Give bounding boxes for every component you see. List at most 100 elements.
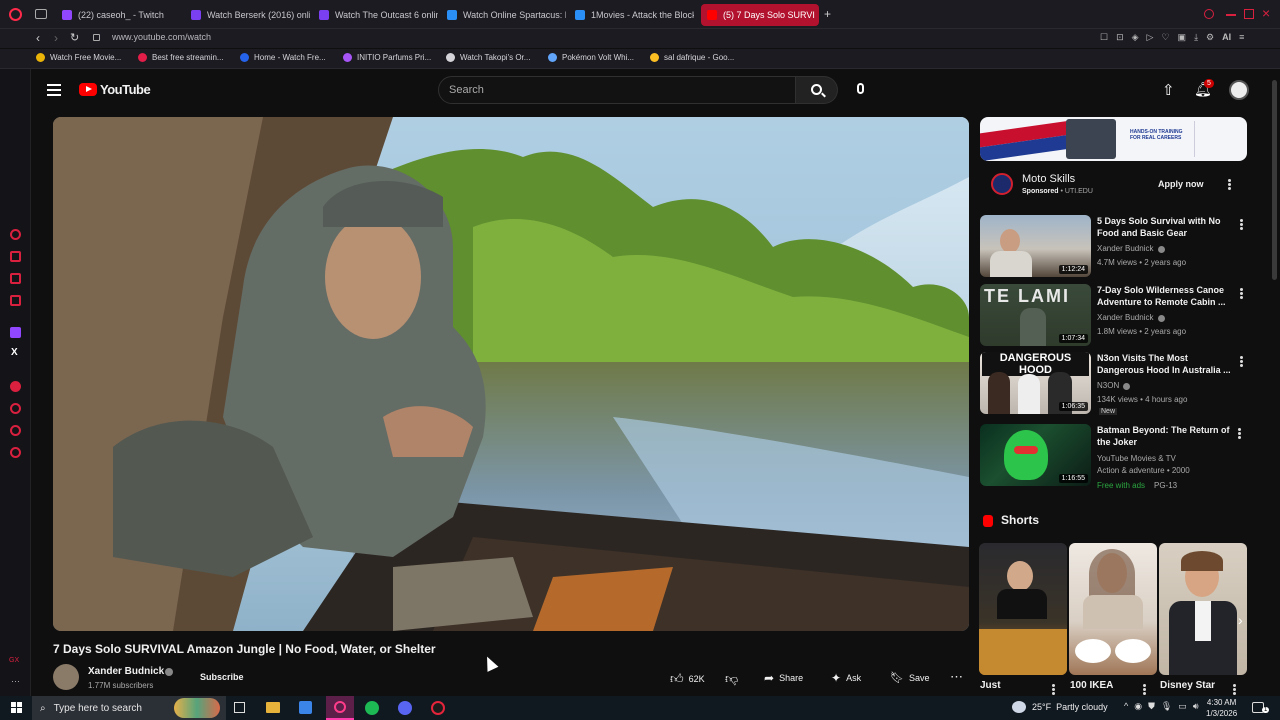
sidebar-clock-icon[interactable] [10, 403, 21, 414]
browser-tab[interactable]: Watch Online Spartacus: H [441, 4, 566, 26]
bookmark-item[interactable]: sal dafrique - Goo... [650, 53, 734, 62]
task-view-icon[interactable] [234, 702, 245, 713]
hamburger-menu-icon[interactable] [47, 84, 61, 96]
ai-button[interactable]: AI [1222, 32, 1231, 43]
short-thumbnail[interactable] [1159, 543, 1247, 675]
browser-tab[interactable]: Watch The Outcast 6 onlin [313, 4, 438, 26]
more-actions-icon[interactable]: ⋯ [950, 669, 963, 685]
list-item[interactable]: 1:16:55 Batman Beyond: The Return of the… [980, 424, 1250, 494]
download-icon[interactable]: ⤓ [1194, 32, 1198, 43]
ad-more-icon[interactable] [1228, 179, 1231, 190]
video-title[interactable]: N3on Visits The Most Dangerous Hood In A… [1097, 352, 1237, 376]
sidebar-x-icon[interactable]: X [11, 347, 18, 358]
sidebar-puzzle-icon[interactable] [10, 425, 21, 436]
short-title[interactable]: Just [980, 680, 1001, 691]
clock[interactable]: 4:30 AM 1/3/2026 [1206, 697, 1237, 719]
avatar[interactable] [1229, 80, 1249, 100]
bookmark-item[interactable]: Home - Watch Fre... [240, 53, 326, 62]
ad-banner[interactable]: HANDS-ON TRAINING FOR REAL CAREERS [980, 117, 1247, 161]
video-title[interactable]: 5 Days Solo Survival with No Food and Ba… [1097, 215, 1237, 239]
spotify-icon[interactable] [365, 701, 379, 715]
bookmark-icon[interactable]: ☐ [1100, 32, 1108, 43]
browser-logo-icon[interactable] [9, 8, 22, 21]
channel-name[interactable]: YouTube Movies & TV [1097, 454, 1176, 463]
sidebar-history-icon[interactable] [10, 229, 21, 240]
thumbnail-image[interactable]: 1:16:55 [980, 424, 1091, 486]
dislike-button[interactable]: 👎︎ [725, 671, 738, 687]
short-more-icon[interactable] [1233, 684, 1236, 695]
sidebar-media-icon[interactable] [10, 295, 21, 306]
browser-tab[interactable]: (5) 7 Days Solo SURVI [701, 4, 819, 26]
short-title[interactable]: 100 IKEA [1070, 680, 1113, 691]
video-title[interactable]: 7-Day Solo Wilderness Canoe Adventure to… [1097, 284, 1237, 308]
browser-tab[interactable]: (22) caseoh_ - Twitch [56, 4, 181, 26]
microsoft-store-icon[interactable] [299, 701, 312, 714]
short-title[interactable]: Disney Star [1160, 680, 1215, 691]
search-input[interactable]: Search [438, 76, 796, 104]
more-icon[interactable] [1240, 288, 1243, 299]
save-button[interactable]: 🔖︎ Save [890, 671, 929, 684]
search-tabs-icon[interactable] [1204, 9, 1214, 19]
channel-name[interactable]: Xander Budnick [1097, 313, 1153, 322]
video-title[interactable]: Batman Beyond: The Return of the Joker [1097, 424, 1237, 448]
ad-title[interactable]: Moto Skills [1022, 173, 1075, 185]
heart-icon[interactable]: ♡ [1161, 32, 1169, 43]
list-item[interactable]: 1:12:24 5 Days Solo Survival with No Foo… [980, 215, 1250, 279]
player-icon[interactable]: ▣ [1178, 32, 1187, 43]
subscribe-button[interactable]: Subscribe [200, 672, 244, 682]
tray-shield-icon[interactable]: ⛊ [1148, 701, 1155, 712]
sidebar-more-icon[interactable]: ⋯ [11, 676, 20, 687]
short-more-icon[interactable] [1052, 684, 1055, 695]
weather-icon[interactable] [1012, 701, 1026, 713]
thumbnail-image[interactable]: TE LAMI 1:07:34 [980, 284, 1091, 346]
sidebar-gx-icon[interactable]: GX [9, 657, 19, 664]
tray-icons[interactable]: ^ ◉ ⛊ 🎙︎ ▭ 🔊︎ [1124, 701, 1198, 712]
taskbar-widget-icon[interactable] [174, 698, 220, 718]
file-explorer-icon[interactable] [266, 702, 280, 713]
settings-icon[interactable]: ⚙ [1206, 32, 1214, 43]
show-hidden-icons-icon[interactable]: ^ [1124, 701, 1128, 712]
tray-app-icon[interactable]: ◉ [1134, 701, 1142, 712]
bookmark-item[interactable]: Best free streamin... [138, 53, 224, 62]
list-item[interactable]: DANGEROUS HOOD 1:06:35 N3on Visits The M… [980, 352, 1250, 422]
reload-icon[interactable]: ↻ [70, 31, 79, 44]
share-button[interactable]: ➦ Share [764, 671, 803, 685]
ad-logo[interactable] [991, 173, 1013, 195]
tab-manager-icon[interactable] [35, 9, 47, 19]
url-field[interactable]: www.youtube.com/watch [112, 32, 211, 42]
channel-name[interactable]: Xander Budnick [1097, 244, 1153, 253]
toolbar-icons[interactable]: ☐ ⊡ ◈ ▷ ♡ ▣ ⤓ ⚙ AI ≡ [1100, 32, 1244, 43]
browser-tab[interactable]: Watch Berserk (2016) onli [185, 4, 310, 26]
network-icon[interactable]: ▭ [1178, 701, 1187, 712]
new-tab-button[interactable]: + [824, 7, 831, 21]
screenshot-icon[interactable]: ⊡ [1116, 32, 1124, 43]
shorts-next-icon[interactable]: › [1238, 612, 1243, 628]
windows-start-icon[interactable] [11, 702, 22, 713]
microphone-tray-icon[interactable]: 🎙︎ [1161, 701, 1172, 712]
sidebar-music-icon[interactable] [10, 381, 21, 392]
channel-avatar[interactable] [53, 664, 79, 690]
extension-icon[interactable]: ◈ [1132, 32, 1139, 43]
thumbnail-image[interactable]: 1:12:24 [980, 215, 1091, 277]
search-button[interactable] [796, 76, 838, 104]
sidebar-shop-icon[interactable] [10, 273, 21, 284]
microphone-icon[interactable] [857, 83, 864, 94]
short-thumbnail[interactable] [1069, 543, 1157, 675]
play-icon[interactable]: ▷ [1147, 32, 1154, 43]
bookmark-item[interactable]: Pokémon Volt Whi... [548, 53, 634, 62]
thumbnail-image[interactable]: DANGEROUS HOOD 1:06:35 [980, 352, 1091, 414]
opera-gx-taskbar-icon[interactable] [326, 696, 354, 720]
ad-apply-button[interactable]: Apply now [1158, 179, 1204, 189]
sidebar-twitch-icon[interactable] [10, 327, 21, 338]
youtube-logo[interactable]: YouTube [79, 82, 151, 97]
short-more-icon[interactable] [1143, 684, 1146, 695]
close-window-button[interactable]: × [1262, 5, 1270, 21]
menu-icon[interactable]: ≡ [1239, 32, 1244, 43]
upload-icon[interactable]: ⇧ [1162, 81, 1175, 99]
weather-text[interactable]: 25°F Partly cloudy [1032, 702, 1108, 712]
channel-name[interactable]: N3ON [1097, 381, 1119, 390]
more-icon[interactable] [1240, 219, 1243, 230]
channel-name[interactable]: Xander Budnick [88, 666, 164, 677]
browser-tab[interactable]: 1Movies - Attack the Block [569, 4, 694, 26]
bookmark-item[interactable]: INITIO Parfums Pri... [343, 53, 431, 62]
